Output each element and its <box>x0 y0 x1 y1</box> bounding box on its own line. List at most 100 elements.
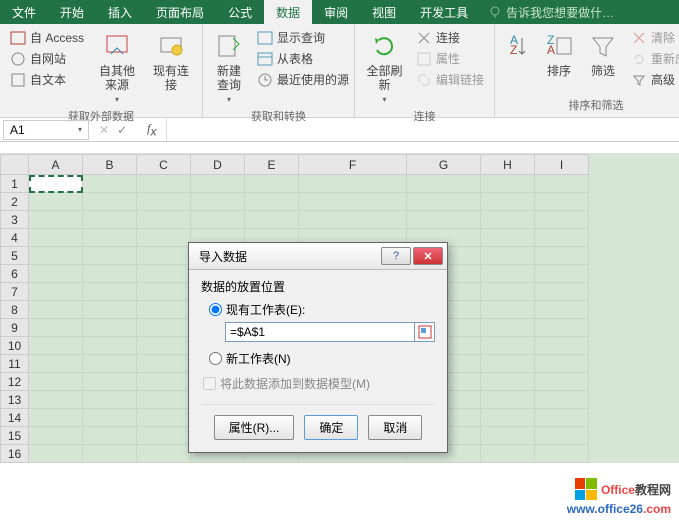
cancel-formula-icon[interactable]: ✕ <box>99 123 109 137</box>
radio-existing-input[interactable] <box>209 303 222 316</box>
advanced-icon <box>631 72 647 88</box>
fx-button[interactable]: fx <box>137 121 166 138</box>
radio-new-input[interactable] <box>209 352 222 365</box>
tab-formula[interactable]: 公式 <box>216 0 264 24</box>
reapply-button[interactable]: 重新应 <box>627 49 679 68</box>
from-table-button[interactable]: 从表格 <box>253 49 353 68</box>
watermark: Office教程网 www.office26.com <box>567 478 671 516</box>
cancel-button[interactable]: 取消 <box>368 415 422 440</box>
tell-me[interactable]: 告诉我您想要做什… <box>480 0 679 24</box>
watermark-url-ext: .com <box>643 502 671 516</box>
ok-button[interactable]: 确定 <box>304 415 358 440</box>
formula-bar: A1 ▾ ✕ ✓ fx <box>0 118 679 142</box>
formula-input[interactable] <box>166 118 679 141</box>
tab-review[interactable]: 审阅 <box>312 0 360 24</box>
dialog-titlebar[interactable]: 导入数据 ? ✕ <box>189 243 447 270</box>
col-header[interactable]: H <box>481 155 535 175</box>
existing-conn-button[interactable]: 现有连接 <box>146 28 196 106</box>
select-all-corner[interactable] <box>1 155 29 175</box>
radio-existing-sheet[interactable]: 现有工作表(E): <box>209 301 435 318</box>
filter-button[interactable]: 筛选 <box>583 28 623 95</box>
radio-new-sheet[interactable]: 新工作表(N) <box>209 350 435 367</box>
tab-file[interactable]: 文件 <box>0 0 48 24</box>
row-header[interactable]: 16 <box>1 445 29 463</box>
row-header[interactable]: 2 <box>1 193 29 211</box>
col-header[interactable]: B <box>83 155 137 175</box>
dialog-close-button[interactable]: ✕ <box>413 247 443 265</box>
clear-icon <box>631 30 647 46</box>
other-source-icon <box>103 32 131 60</box>
refresh-all-button[interactable]: 全部刷新▾ <box>361 28 408 106</box>
range-picker-icon <box>418 325 432 339</box>
add-to-model-checkbox[interactable]: 将此数据添加到数据模型(M) <box>203 375 435 392</box>
row-header[interactable]: 6 <box>1 265 29 283</box>
dialog-section-label: 数据的放置位置 <box>201 278 435 295</box>
from-text-button[interactable]: 自文本 <box>6 70 88 89</box>
tab-layout[interactable]: 页面布局 <box>144 0 216 24</box>
row-header[interactable]: 15 <box>1 427 29 445</box>
ribbon-tabs: 文件 开始 插入 页面布局 公式 数据 审阅 视图 开发工具 告诉我您想要做什… <box>0 0 679 24</box>
row-header[interactable]: 3 <box>1 211 29 229</box>
row-header[interactable]: 5 <box>1 247 29 265</box>
chevron-down-icon[interactable]: ▾ <box>78 125 82 134</box>
row-header[interactable]: 9 <box>1 319 29 337</box>
row-header[interactable]: 4 <box>1 229 29 247</box>
connections-button[interactable]: 连接 <box>412 28 488 47</box>
row-header[interactable]: 11 <box>1 355 29 373</box>
tell-me-label: 告诉我您想要做什… <box>506 4 614 21</box>
group-title-sort: 排序和筛选 <box>501 95 679 117</box>
import-data-dialog: 导入数据 ? ✕ 数据的放置位置 现有工作表(E): 新工作表(N) 将此数据添… <box>188 242 448 453</box>
radio-new-label: 新工作表(N) <box>226 350 291 367</box>
cell-reference-input[interactable] <box>225 322 415 342</box>
edit-links-button[interactable]: 编辑链接 <box>412 70 488 89</box>
row-header[interactable]: 12 <box>1 373 29 391</box>
dialog-help-button[interactable]: ? <box>381 247 411 265</box>
col-header[interactable]: E <box>245 155 299 175</box>
recent-source-button[interactable]: 最近使用的源 <box>253 70 353 89</box>
sort-az-icon: AZ <box>508 32 528 60</box>
row-header[interactable]: 14 <box>1 409 29 427</box>
svg-text:Z: Z <box>510 43 517 57</box>
properties-icon <box>416 51 432 67</box>
new-query-button[interactable]: 新建 查询▾ <box>209 28 249 106</box>
row-header[interactable]: 8 <box>1 301 29 319</box>
row-header[interactable]: 13 <box>1 391 29 409</box>
name-box[interactable]: A1 ▾ <box>3 120 89 140</box>
sort-asc-button[interactable]: AZ <box>501 28 535 95</box>
row-header[interactable]: 7 <box>1 283 29 301</box>
row-header[interactable]: 10 <box>1 337 29 355</box>
row-header[interactable]: 1 <box>1 175 29 193</box>
properties-button[interactable]: 属性 <box>412 49 488 68</box>
svg-text:A: A <box>547 43 555 57</box>
tab-home[interactable]: 开始 <box>48 0 96 24</box>
show-query-button[interactable]: 显示查询 <box>253 28 353 47</box>
from-access-button[interactable]: 自 Access <box>6 28 88 47</box>
ribbon: 自 Access 自网站 自文本 自其他来源▾ 现有连接 获取外部数据 新建 查… <box>0 24 679 118</box>
tab-data[interactable]: 数据 <box>264 0 312 24</box>
tab-insert[interactable]: 插入 <box>96 0 144 24</box>
properties-button[interactable]: 属性(R)... <box>214 415 295 440</box>
clear-filter-button[interactable]: 清除 <box>627 28 679 47</box>
from-web-button[interactable]: 自网站 <box>6 49 88 68</box>
from-other-button[interactable]: 自其他来源▾ <box>92 28 142 106</box>
col-header[interactable]: I <box>535 155 589 175</box>
advanced-button[interactable]: 高级 <box>627 70 679 89</box>
range-picker-button[interactable] <box>415 322 435 342</box>
web-icon <box>10 51 26 67</box>
col-header[interactable]: A <box>29 155 83 175</box>
col-header[interactable]: G <box>407 155 481 175</box>
col-header[interactable]: D <box>191 155 245 175</box>
text-icon <box>10 72 26 88</box>
tab-dev[interactable]: 开发工具 <box>408 0 480 24</box>
cell-a1[interactable] <box>29 175 83 193</box>
col-header[interactable]: C <box>137 155 191 175</box>
office-logo-icon <box>575 478 597 500</box>
watermark-brand-cn: 教程网 <box>635 483 671 497</box>
col-header[interactable]: F <box>299 155 407 175</box>
sort-button[interactable]: ZA 排序 <box>539 28 579 95</box>
reapply-icon <box>631 51 647 67</box>
watermark-url: www.office26 <box>567 502 643 516</box>
show-query-icon <box>257 30 273 46</box>
accept-formula-icon[interactable]: ✓ <box>117 123 127 137</box>
tab-view[interactable]: 视图 <box>360 0 408 24</box>
